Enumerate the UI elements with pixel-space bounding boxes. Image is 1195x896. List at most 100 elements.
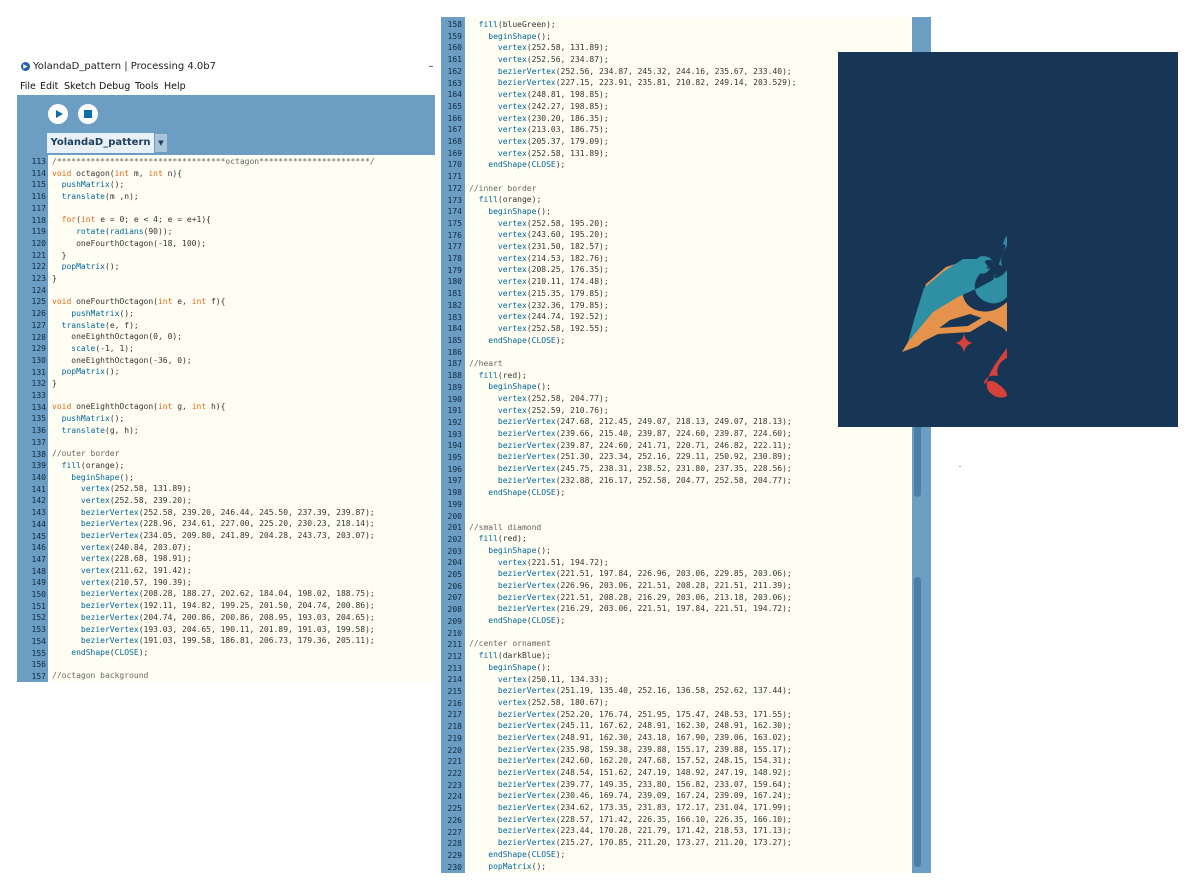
code-line[interactable]: vertex(232.36, 179.85);: [469, 300, 797, 312]
code-line[interactable]: oneEighthOctagon(-36, 0);: [52, 355, 375, 367]
code-line[interactable]: vertex(221.51, 194.72);: [469, 557, 797, 569]
code-line[interactable]: bezierVertex(193.03, 204.65, 190.11, 201…: [52, 624, 375, 636]
code-line[interactable]: vertex(230.20, 186.35);: [469, 113, 797, 125]
code-line[interactable]: bezierVertex(230.46, 169.74, 239.09, 167…: [469, 790, 797, 802]
tab-yolandad-pattern[interactable]: YolandaD_pattern: [47, 133, 154, 153]
code-line[interactable]: [52, 203, 375, 215]
scrollbar-thumb[interactable]: [914, 577, 921, 867]
code-line[interactable]: oneFourthOctagon(-18, 100);: [52, 238, 375, 250]
code-line[interactable]: translate(g, h);: [52, 425, 375, 437]
code-line[interactable]: bezierVertex(252.20, 176.74, 251.95, 175…: [469, 709, 797, 721]
code-line[interactable]: vertex(214.53, 182.76);: [469, 253, 797, 265]
code-line[interactable]: bezierVertex(245.11, 167.62, 248.91, 162…: [469, 720, 797, 732]
code-line[interactable]: bezierVertex(234.05, 209.80, 241.89, 204…: [52, 530, 375, 542]
code-line[interactable]: bezierVertex(242.60, 162.20, 247.68, 157…: [469, 755, 797, 767]
code-line[interactable]: }: [52, 378, 375, 390]
code-line[interactable]: vertex(252.58, 131.89);: [469, 148, 797, 160]
code-line[interactable]: }: [469, 872, 797, 873]
code-line[interactable]: vertex(250.11, 134.33);: [469, 674, 797, 686]
code-text[interactable]: /***********************************octa…: [52, 156, 375, 682]
code-line[interactable]: fill(orange);: [52, 460, 375, 472]
code-line[interactable]: beginShape();: [469, 31, 797, 43]
code-line[interactable]: bezierVertex(223.44, 170.28, 221.79, 171…: [469, 825, 797, 837]
code-line[interactable]: fill(red);: [469, 533, 797, 545]
code-line[interactable]: beginShape();: [469, 206, 797, 218]
code-line[interactable]: [469, 171, 797, 183]
code-line[interactable]: //small diamond: [469, 522, 797, 534]
code-line[interactable]: fill(blueGreen);: [469, 19, 797, 31]
code-line[interactable]: bezierVertex(192.11, 194.82, 199.25, 201…: [52, 600, 375, 612]
code-line[interactable]: vertex(248.81, 198.85);: [469, 89, 797, 101]
code-line[interactable]: translate(e, f);: [52, 320, 375, 332]
menu-help[interactable]: Help: [164, 78, 186, 95]
code-line[interactable]: endShape(CLOSE);: [469, 615, 797, 627]
tab-menu-chevron-down-icon[interactable]: ▼: [155, 134, 167, 152]
code-line[interactable]: beginShape();: [469, 545, 797, 557]
code-line[interactable]: scale(-1, 1);: [52, 343, 375, 355]
code-line[interactable]: bezierVertex(227.15, 223.91, 235.81, 210…: [469, 77, 797, 89]
code-line[interactable]: for(int e = 0; e < 4; e = e+1){: [52, 214, 375, 226]
code-line[interactable]: [469, 346, 797, 358]
code-line[interactable]: pushMatrix();: [52, 179, 375, 191]
code-line[interactable]: bezierVertex(221.51, 197.84, 226.96, 203…: [469, 568, 797, 580]
code-line[interactable]: fill(darkBlue);: [469, 650, 797, 662]
code-line[interactable]: rotate(radians(90));: [52, 226, 375, 238]
code-line[interactable]: }: [52, 250, 375, 262]
code-line[interactable]: vertex(252.58, 192.55);: [469, 323, 797, 335]
code-line[interactable]: bezierVertex(248.54, 151.62, 247.19, 148…: [469, 767, 797, 779]
code-line[interactable]: bezierVertex(228.57, 171.42, 226.35, 166…: [469, 814, 797, 826]
code-line[interactable]: }: [52, 273, 375, 285]
code-line[interactable]: pushMatrix();: [52, 308, 375, 320]
code-line[interactable]: vertex(242.27, 198.85);: [469, 101, 797, 113]
code-line[interactable]: vertex(252.56, 234.87);: [469, 54, 797, 66]
run-button[interactable]: [48, 104, 68, 124]
code-line[interactable]: vertex(213.03, 186.75);: [469, 124, 797, 136]
code-line[interactable]: vertex(252.58, 131.89);: [52, 483, 375, 495]
code-line[interactable]: vertex(231.50, 182.57);: [469, 241, 797, 253]
code-editor-left[interactable]: 113 114 115 116 117 118 119 120 121 122 …: [17, 155, 435, 682]
code-line[interactable]: [52, 437, 375, 449]
menu-tools[interactable]: Tools: [135, 78, 158, 95]
code-line[interactable]: bezierVertex(245.75, 238.31, 238.52, 231…: [469, 463, 797, 475]
code-line[interactable]: popMatrix();: [52, 366, 375, 378]
code-line[interactable]: vertex(252.58, 195.20);: [469, 218, 797, 230]
code-line[interactable]: vertex(210.57, 190.39);: [52, 577, 375, 589]
code-line[interactable]: endShape(CLOSE);: [469, 335, 797, 347]
code-line[interactable]: bezierVertex(221.51, 208.28, 216.29, 203…: [469, 592, 797, 604]
code-line[interactable]: bezierVertex(234.62, 173.35, 231.83, 172…: [469, 802, 797, 814]
code-line[interactable]: beginShape();: [469, 381, 797, 393]
code-line[interactable]: vertex(252.58, 180.67);: [469, 697, 797, 709]
code-line[interactable]: vertex(215.35, 179.85);: [469, 288, 797, 300]
code-line[interactable]: pushMatrix();: [52, 413, 375, 425]
code-line[interactable]: popMatrix();: [469, 861, 797, 873]
code-line[interactable]: vertex(228.68, 198.91);: [52, 553, 375, 565]
code-line[interactable]: bezierVertex(251.30, 223.34, 252.16, 229…: [469, 451, 797, 463]
menu-sketch[interactable]: Sketch: [64, 78, 96, 95]
code-line[interactable]: translate(m ,n);: [52, 191, 375, 203]
menu-debug[interactable]: Debug: [99, 78, 130, 95]
code-line[interactable]: bezierVertex(248.91, 162.30, 243.18, 167…: [469, 732, 797, 744]
code-line[interactable]: /***********************************octa…: [52, 156, 375, 168]
code-line[interactable]: bezierVertex(215.27, 170.85, 211.20, 173…: [469, 837, 797, 849]
code-line[interactable]: endShape(CLOSE);: [469, 159, 797, 171]
code-line[interactable]: bezierVertex(239.87, 224.60, 241.71, 220…: [469, 440, 797, 452]
code-line[interactable]: vertex(252.58, 131.89);: [469, 42, 797, 54]
code-line[interactable]: endShape(CLOSE);: [469, 849, 797, 861]
code-line[interactable]: vertex(211.62, 191.42);: [52, 565, 375, 577]
code-line[interactable]: bezierVertex(235.98, 159.38, 239.88, 155…: [469, 744, 797, 756]
code-line[interactable]: bezierVertex(239.66, 215.40, 239.87, 224…: [469, 428, 797, 440]
code-line[interactable]: vertex(252.58, 204.77);: [469, 393, 797, 405]
code-line[interactable]: beginShape();: [52, 472, 375, 484]
code-line[interactable]: bezierVertex(191.03, 199.58, 186.81, 206…: [52, 635, 375, 647]
code-line[interactable]: bezierVertex(247.68, 212.45, 249.07, 218…: [469, 416, 797, 428]
code-line[interactable]: beginShape();: [469, 662, 797, 674]
code-line[interactable]: bezierVertex(251.19, 135.40, 252.16, 136…: [469, 685, 797, 697]
code-line[interactable]: bezierVertex(226.96, 203.06, 221.51, 208…: [469, 580, 797, 592]
code-line[interactable]: popMatrix();: [52, 261, 375, 273]
menu-file[interactable]: File: [20, 78, 36, 95]
code-line[interactable]: void octagon(int m, int n){: [52, 168, 375, 180]
code-line[interactable]: bezierVertex(232.88, 216.17, 252.58, 204…: [469, 475, 797, 487]
code-line[interactable]: //octagon background: [52, 670, 375, 682]
code-line[interactable]: bezierVertex(252.58, 239.20, 246.44, 245…: [52, 507, 375, 519]
code-line[interactable]: bezierVertex(228.96, 234.61, 227.00, 225…: [52, 518, 375, 530]
